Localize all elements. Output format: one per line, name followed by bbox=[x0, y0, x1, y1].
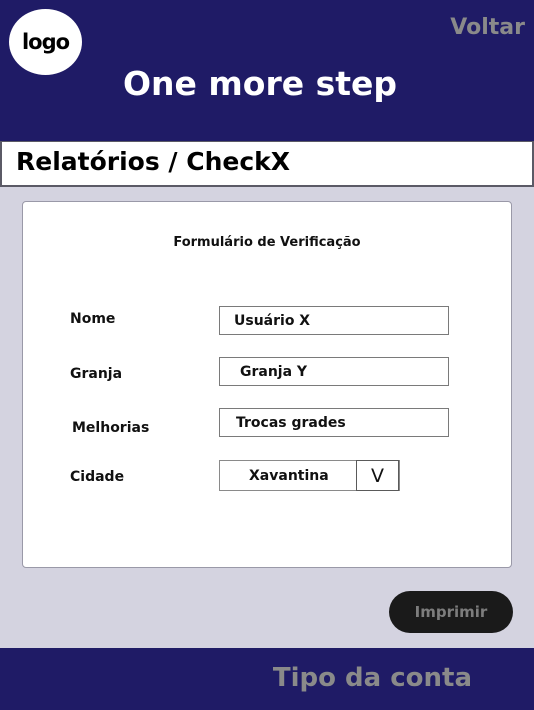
account-type-link[interactable]: Tipo da conta bbox=[273, 663, 472, 693]
print-button[interactable]: Imprimir bbox=[389, 591, 513, 633]
footer-bar: Tipo da conta bbox=[0, 648, 534, 710]
farm-input[interactable] bbox=[219, 357, 449, 386]
header-bar: logo Voltar One more step bbox=[0, 0, 534, 141]
improvements-input[interactable] bbox=[219, 408, 449, 437]
form-title: Formulário de Verificação bbox=[173, 235, 361, 250]
name-input[interactable] bbox=[219, 306, 449, 335]
breadcrumb-text: Relatórios / CheckX bbox=[16, 147, 291, 176]
improvements-label: Melhorias bbox=[72, 420, 150, 436]
verification-form-card: Formulário de Verificação Nome Granja Me… bbox=[22, 201, 512, 568]
farm-label: Granja bbox=[70, 366, 123, 382]
chevron-down-icon[interactable]: V bbox=[356, 460, 399, 491]
name-label: Nome bbox=[70, 311, 116, 327]
city-select[interactable]: Xavantina V bbox=[219, 460, 400, 491]
page-title: One more step bbox=[122, 64, 398, 103]
back-link[interactable]: Voltar bbox=[450, 15, 525, 40]
city-select-value: Xavantina bbox=[249, 468, 329, 484]
city-label: Cidade bbox=[70, 469, 125, 485]
breadcrumb: Relatórios / CheckX bbox=[0, 141, 534, 187]
logo-text: logo bbox=[21, 30, 70, 54]
